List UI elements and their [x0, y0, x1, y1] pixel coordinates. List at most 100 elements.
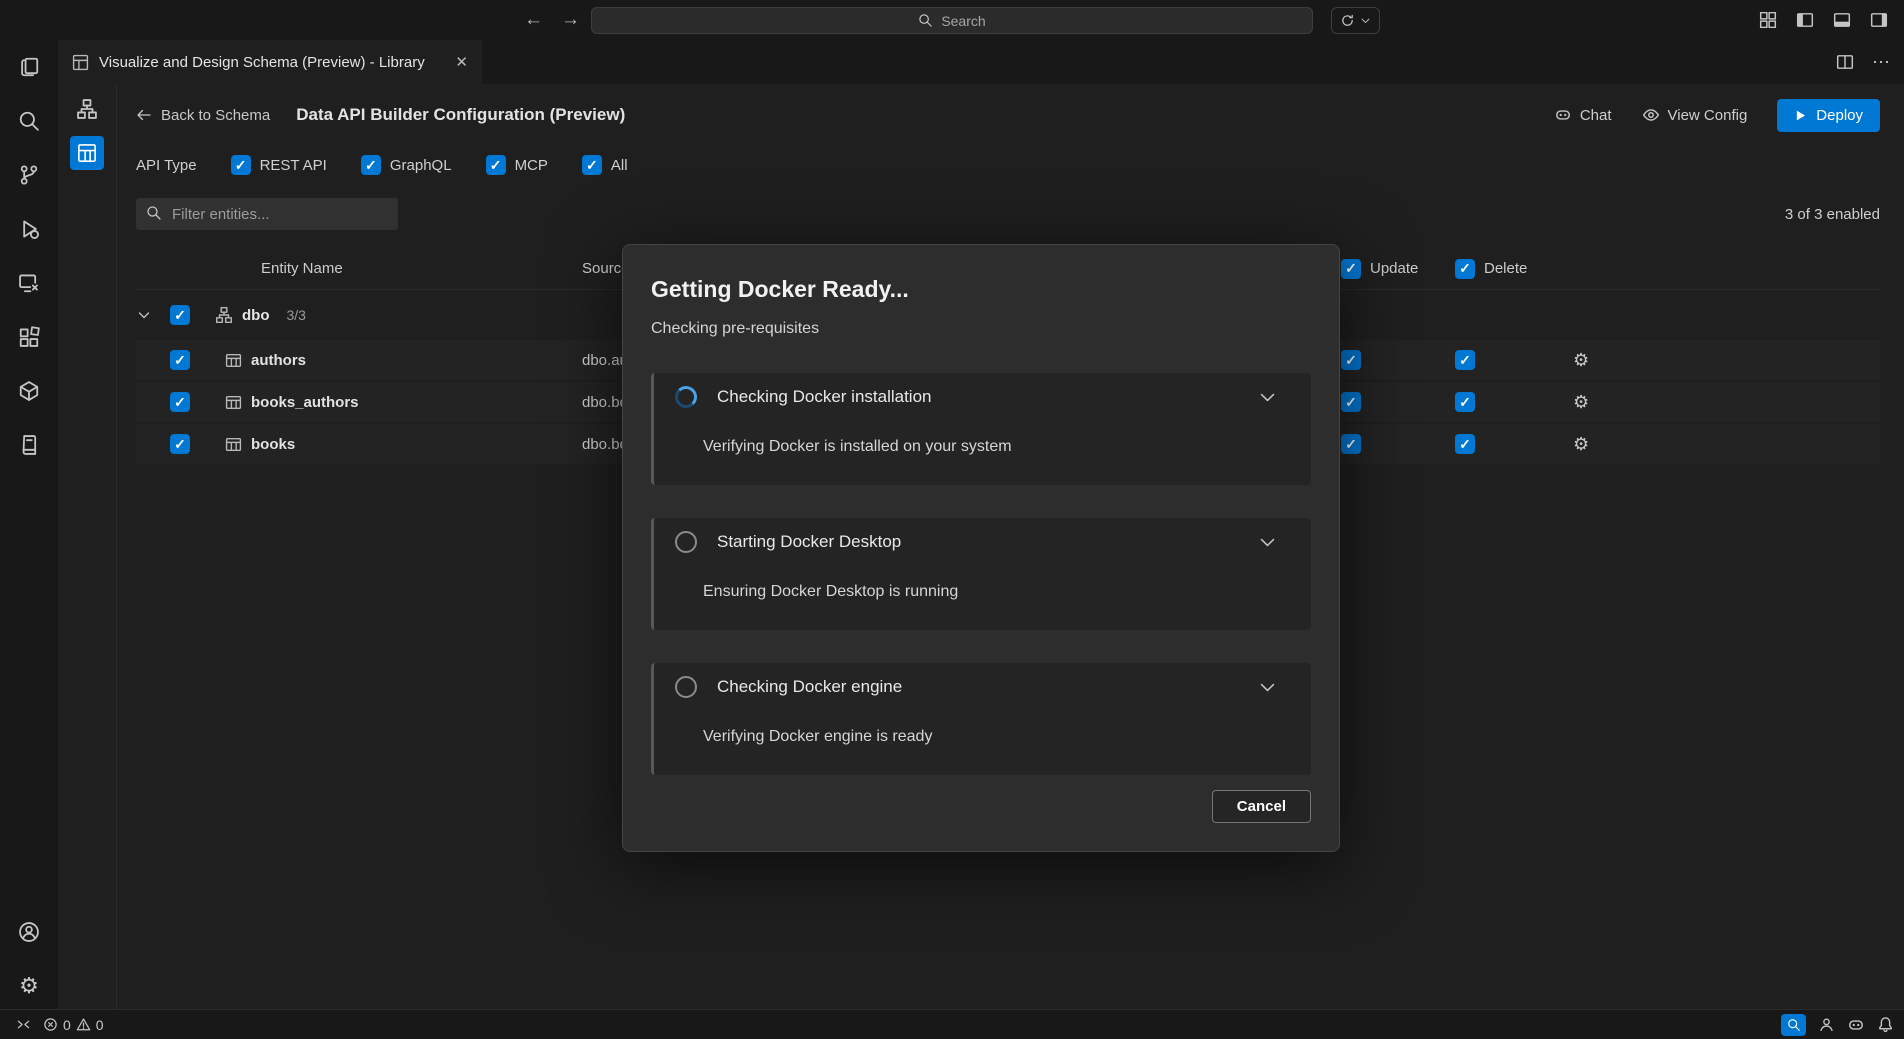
back-arrow-icon [136, 107, 152, 123]
table-icon [225, 436, 242, 453]
col-update: Update [1370, 260, 1418, 277]
zoom-magnifier-icon [1787, 1018, 1801, 1032]
extensions-icon[interactable] [18, 326, 40, 348]
tab-visualize-design-schema[interactable]: Visualize and Design Schema (Preview) - … [58, 40, 482, 84]
entity-name: books [251, 436, 295, 453]
designer-toolbar [58, 84, 117, 1009]
table-icon [225, 352, 242, 369]
pending-circle-icon [675, 531, 697, 553]
eye-icon [1642, 106, 1660, 124]
chat-button[interactable]: Chat [1554, 106, 1612, 124]
accounts-status-icon[interactable] [1818, 1016, 1835, 1033]
tab-close-icon[interactable]: ✕ [455, 53, 468, 71]
all-checkbox[interactable] [582, 155, 602, 175]
row-settings-gear-icon[interactable]: ⚙ [1573, 351, 1589, 369]
source-control-icon[interactable] [18, 164, 40, 186]
search-command-center[interactable]: Search [591, 7, 1313, 34]
connections-disabled-icon[interactable] [18, 272, 40, 294]
group-checkbox[interactable] [170, 305, 190, 325]
toggle-sidebar-right-icon[interactable] [1870, 11, 1888, 29]
row-checkbox[interactable] [170, 392, 190, 412]
step-header[interactable]: Checking Docker installation [675, 386, 1287, 408]
layout-control-dropdown[interactable] [1331, 7, 1380, 34]
step-card-docker-installation: Checking Docker installation Verifying D… [651, 373, 1311, 485]
all-option: All [582, 155, 628, 175]
step-description: Verifying Docker is installed on your sy… [703, 438, 1287, 456]
dialog-subtitle: Checking pre-requisites [651, 319, 1311, 338]
notifications-bell-icon[interactable] [1877, 1016, 1894, 1033]
group-count: 3/3 [287, 307, 306, 323]
update-checkbox[interactable] [1341, 392, 1361, 412]
step-description: Verifying Docker engine is ready [703, 728, 1287, 746]
update-checkbox[interactable] [1341, 434, 1361, 454]
customize-layout-icon[interactable] [1759, 11, 1777, 29]
back-to-schema-link[interactable]: Back to Schema [136, 107, 270, 124]
zoom-indicator[interactable] [1781, 1014, 1806, 1036]
settings-gear-icon[interactable]: ⚙ [19, 975, 39, 997]
row-checkbox[interactable] [170, 350, 190, 370]
schema-designer-tool[interactable] [70, 92, 104, 126]
split-editor-icon[interactable] [1836, 53, 1854, 71]
toggle-sidebar-left-icon[interactable] [1796, 11, 1814, 29]
tab-label: Visualize and Design Schema (Preview) - … [99, 54, 425, 71]
view-config-button[interactable]: View Config [1642, 106, 1748, 124]
delete-all-checkbox[interactable] [1455, 259, 1475, 279]
problems-indicator[interactable]: 0 0 [37, 1017, 110, 1033]
more-actions-icon[interactable]: ⋯ [1872, 52, 1890, 73]
copilot-status-icon[interactable] [1847, 1016, 1865, 1034]
filter-entities-input[interactable] [136, 198, 398, 230]
update-checkbox[interactable] [1341, 350, 1361, 370]
chevron-down-icon[interactable] [1258, 388, 1277, 407]
search-view-icon[interactable] [18, 110, 40, 132]
row-settings-gear-icon[interactable]: ⚙ [1573, 435, 1589, 453]
filter-entities-box [136, 198, 398, 230]
step-label: Starting Docker Desktop [717, 532, 901, 552]
chevron-down-icon[interactable] [1258, 533, 1277, 552]
delete-checkbox[interactable] [1455, 350, 1475, 370]
cancel-button[interactable]: Cancel [1212, 790, 1311, 823]
loading-spinner-icon [675, 386, 697, 408]
run-debug-icon[interactable] [18, 218, 40, 240]
rest-api-checkbox[interactable] [231, 155, 251, 175]
entity-name: books_authors [251, 394, 359, 411]
step-card-docker-desktop: Starting Docker Desktop Ensuring Docker … [651, 518, 1311, 630]
step-card-docker-engine: Checking Docker engine Verifying Docker … [651, 663, 1311, 775]
database-projects-icon[interactable] [18, 434, 40, 456]
delete-checkbox[interactable] [1455, 392, 1475, 412]
chevron-down-icon [1360, 15, 1371, 26]
tab-bar: Visualize and Design Schema (Preview) - … [58, 40, 1904, 84]
account-icon[interactable] [18, 921, 40, 943]
deploy-button[interactable]: Deploy [1777, 99, 1880, 132]
graphql-checkbox[interactable] [361, 155, 381, 175]
forward-nav-icon[interactable]: → [561, 9, 580, 31]
api-type-row: API Type REST API GraphQL MCP [136, 150, 1880, 180]
row-settings-gear-icon[interactable]: ⚙ [1573, 393, 1589, 411]
row-checkbox[interactable] [170, 434, 190, 454]
docker-ready-dialog: Getting Docker Ready... Checking pre-req… [622, 244, 1340, 852]
chevron-down-icon[interactable] [1258, 678, 1277, 697]
delete-checkbox[interactable] [1455, 434, 1475, 454]
sync-icon [1340, 13, 1355, 28]
remote-icon [16, 1017, 31, 1032]
rest-api-label: REST API [260, 157, 327, 174]
remote-indicator[interactable] [10, 1017, 37, 1032]
page-title: Data API Builder Configuration (Preview) [296, 105, 625, 125]
group-expand-chevron-icon[interactable] [136, 307, 152, 323]
pending-circle-icon [675, 676, 697, 698]
filter-search-icon [146, 205, 162, 221]
title-bar: ← → Search [0, 0, 1904, 40]
dab-config-tool[interactable] [70, 136, 104, 170]
col-delete: Delete [1484, 260, 1527, 277]
update-all-checkbox[interactable] [1341, 259, 1361, 279]
back-nav-icon[interactable]: ← [524, 9, 543, 31]
step-header[interactable]: Starting Docker Desktop [675, 531, 1287, 553]
step-header[interactable]: Checking Docker engine [675, 676, 1287, 698]
explorer-icon[interactable] [18, 56, 40, 78]
play-icon [1794, 109, 1807, 122]
table-icon [225, 394, 242, 411]
entity-name: authors [251, 352, 306, 369]
package-cube-icon[interactable] [18, 380, 40, 402]
toggle-panel-icon[interactable] [1833, 11, 1851, 29]
error-icon [43, 1017, 58, 1032]
mcp-checkbox[interactable] [486, 155, 506, 175]
